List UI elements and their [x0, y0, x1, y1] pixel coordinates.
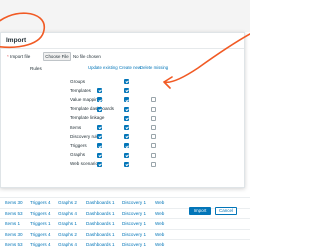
delete-checkbox[interactable] [151, 134, 156, 140]
update-checkbox[interactable] [97, 106, 102, 112]
table-link[interactable]: Discovery 1 [122, 232, 146, 237]
table-link[interactable]: Graphs 2 [58, 232, 77, 237]
table-link[interactable]: Discovery 1 [122, 211, 146, 216]
table-link[interactable]: Triggers 4 [30, 211, 51, 216]
delete-checkbox[interactable] [151, 115, 156, 121]
table-link[interactable]: Graphs 1 [58, 221, 77, 226]
delete-checkbox[interactable] [151, 106, 156, 112]
update-checkbox[interactable] [97, 125, 102, 130]
table-link[interactable]: Dashboards 1 [86, 232, 115, 237]
create-checkbox[interactable] [124, 134, 129, 140]
rule-label: Template dashboards [70, 106, 114, 112]
create-checkbox[interactable] [124, 88, 129, 94]
choose-file-button[interactable]: Choose File [43, 52, 71, 61]
create-checkbox[interactable] [124, 125, 129, 130]
rules-label: Rules [30, 66, 42, 71]
rule-label: Web scenarios [70, 161, 101, 167]
rule-label: Templates [70, 87, 91, 93]
update-checkbox[interactable] [97, 88, 102, 94]
import-file-label-text: Import file [10, 54, 31, 59]
page-header-background [0, 0, 250, 32]
table-link[interactable]: Discovery 1 [122, 221, 146, 226]
update-checkbox[interactable] [97, 97, 102, 103]
table-link[interactable]: Graphs 4 [58, 242, 77, 247]
column-delete-missing: Delete missing [140, 65, 169, 70]
dialog-title: Import [6, 37, 27, 44]
table-row: Items 30 Triggers 4 Graphs 2 Dashboards 1 Di… [0, 228, 250, 240]
create-checkbox[interactable] [124, 97, 129, 103]
delete-checkbox[interactable] [151, 143, 156, 149]
table-link[interactable]: Items 53 [5, 211, 23, 216]
create-checkbox[interactable] [124, 79, 129, 84]
table-link[interactable]: Dashboards 1 [86, 221, 115, 226]
table-link[interactable]: Graphs 4 [58, 211, 77, 216]
table-link[interactable]: Items 30 [5, 232, 23, 237]
rule-label: Triggers [70, 142, 87, 148]
table-link[interactable]: Triggers 4 [30, 242, 51, 247]
table-link[interactable]: Web [155, 232, 164, 237]
table-link[interactable]: Triggers 4 [30, 200, 51, 205]
create-checkbox[interactable] [124, 106, 129, 112]
update-checkbox[interactable] [97, 143, 102, 149]
delete-checkbox[interactable] [151, 97, 156, 103]
table-link[interactable]: Dashboards 1 [86, 242, 115, 247]
create-checkbox[interactable] [124, 152, 129, 158]
create-checkbox[interactable] [124, 115, 129, 121]
create-checkbox[interactable] [124, 143, 129, 149]
table-link[interactable]: Web [155, 221, 164, 226]
table-link[interactable]: Web [155, 211, 164, 216]
table-link[interactable]: Items 30 [5, 200, 23, 205]
update-checkbox[interactable] [97, 134, 102, 140]
rule-label: Items [70, 124, 82, 130]
table-link[interactable]: Graphs 2 [58, 200, 77, 205]
cancel-button[interactable]: Cancel [215, 207, 237, 215]
templates-table: Items 30 Triggers 4 Graphs 2 Dashboards 1 Di… [0, 197, 250, 250]
update-checkbox[interactable] [97, 152, 102, 158]
table-link[interactable]: Triggers 4 [30, 232, 51, 237]
import-button[interactable]: Import [189, 207, 211, 215]
column-create-new: Create new [119, 65, 141, 70]
create-checkbox[interactable] [124, 161, 129, 167]
table-row: Items 1 Triggers 1 Graphs 1 Dashboards 1 Dis… [0, 218, 250, 229]
rule-label: Graphs [70, 152, 86, 158]
column-update-existing: Update existing [88, 65, 118, 70]
table-link[interactable]: Web [155, 200, 164, 205]
rule-label: Template linkage [70, 115, 105, 121]
delete-checkbox[interactable] [151, 152, 156, 158]
import-dialog: Import * Import file Choose File No file… [0, 32, 245, 215]
file-status-text: No file chosen [73, 54, 101, 59]
table-link[interactable]: Web [155, 242, 164, 247]
rule-label: Groups [70, 78, 86, 84]
dialog-divider [1, 48, 244, 49]
table-link[interactable]: Dashboards 1 [86, 211, 115, 216]
table-link[interactable]: Items 1 [5, 221, 20, 226]
table-link[interactable]: Discovery 1 [122, 242, 146, 247]
table-link[interactable]: Items 53 [5, 242, 23, 247]
import-file-label: * Import file [7, 54, 30, 59]
table-row: Items 53 Triggers 4 Graphs 4 Dashboards 1 Di… [0, 207, 250, 219]
delete-checkbox[interactable] [151, 125, 156, 130]
update-checkbox[interactable] [97, 161, 102, 167]
table-row: Items 30 Triggers 4 Graphs 2 Dashboards 1 Di… [0, 197, 250, 208]
table-row: Items 53 Triggers 4 Graphs 4 Dashboards 1 Di… [0, 239, 250, 250]
delete-checkbox[interactable] [151, 161, 156, 167]
table-link[interactable]: Dashboards 1 [86, 200, 115, 205]
table-link[interactable]: Triggers 1 [30, 221, 51, 226]
table-link[interactable]: Discovery 1 [122, 200, 146, 205]
